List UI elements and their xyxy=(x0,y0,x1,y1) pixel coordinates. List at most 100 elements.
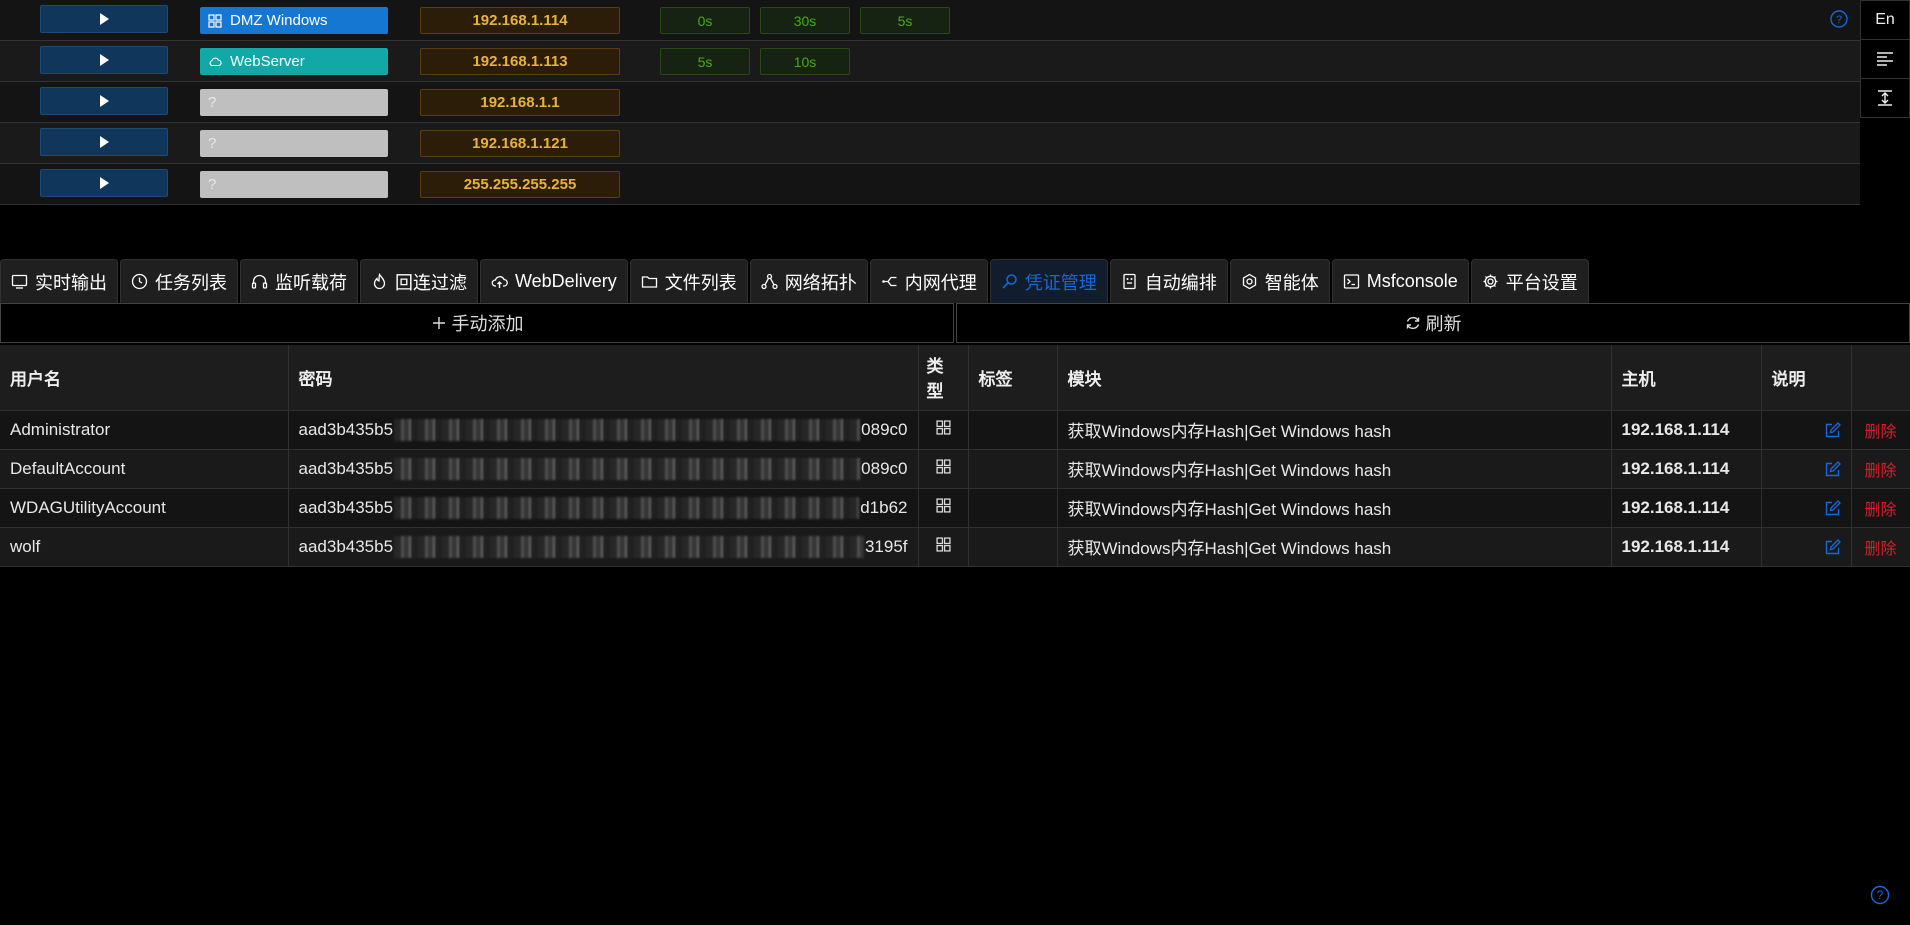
tab-msfconsole[interactable]: Msfconsole xyxy=(1331,259,1469,303)
col-note[interactable]: 说明 xyxy=(1761,345,1852,411)
manual-add-button[interactable]: 手动添加 xyxy=(0,303,954,343)
headphones-icon xyxy=(251,274,268,289)
edit-icon[interactable] xyxy=(1824,460,1841,478)
tab-label: 回连过滤 xyxy=(395,272,467,293)
tab-label: 凭证管理 xyxy=(1024,272,1097,293)
vertical-align-button[interactable] xyxy=(1860,78,1910,118)
credential-table: 用户名 密码 类型 标签 模块 主机 说明 Administrator aad3… xyxy=(0,345,1910,567)
edit-icon[interactable] xyxy=(1824,421,1841,439)
delete-link[interactable]: 删除 xyxy=(1864,424,1896,441)
tab-label: 监听载荷 xyxy=(275,272,347,293)
align-left-button[interactable] xyxy=(1860,39,1910,79)
host-ip[interactable]: 192.168.1.121 xyxy=(420,130,620,157)
folder-icon xyxy=(641,276,657,288)
note-cell[interactable] xyxy=(1761,449,1852,489)
plus-icon xyxy=(432,317,445,329)
tag-cell xyxy=(968,527,1058,567)
module-cell: 获取Windows内存Hash|Get Windows hash xyxy=(1057,449,1612,489)
run-button[interactable] xyxy=(40,46,168,74)
manual-add-label: 手动添加 xyxy=(451,314,524,334)
gear-icon xyxy=(1483,274,1498,289)
note-cell[interactable] xyxy=(1761,527,1852,567)
tab-agent[interactable]: 智能体 xyxy=(1229,259,1330,303)
tab-realtime-output[interactable]: 实时输出 xyxy=(0,259,118,303)
delete-link[interactable]: 删除 xyxy=(1864,463,1896,480)
module-cell: 获取Windows内存Hash|Get Windows hash xyxy=(1057,527,1612,567)
tab-auto-orchestration[interactable]: 自动编排 xyxy=(1109,259,1228,303)
password-suffix: 089c0 xyxy=(861,419,908,439)
host-ip[interactable]: 192.168.1.114 xyxy=(420,7,620,34)
question-icon[interactable]: ? xyxy=(1830,10,1848,28)
host-ip[interactable]: 192.168.1.1 xyxy=(420,89,620,116)
run-button[interactable] xyxy=(40,5,168,33)
host-tag[interactable]: ? xyxy=(200,171,388,198)
refresh-label: 刷新 xyxy=(1425,314,1462,334)
terminal-icon xyxy=(1343,274,1359,289)
col-username[interactable]: 用户名 xyxy=(0,345,289,411)
password-cell[interactable]: aad3b435b5 089c0 xyxy=(288,449,919,489)
delete-link[interactable]: 删除 xyxy=(1864,502,1896,519)
tab-platform-settings[interactable]: 平台设置 xyxy=(1470,259,1589,303)
heartbeat-timer: 0s xyxy=(660,7,750,34)
col-module[interactable]: 模块 xyxy=(1057,345,1612,411)
side-panel: En xyxy=(1860,0,1910,118)
host-tag[interactable]: WebServer xyxy=(200,48,388,75)
cloud-upload-icon xyxy=(491,276,508,288)
refresh-icon xyxy=(1406,316,1419,330)
type-cell xyxy=(918,527,969,567)
username-cell: Administrator xyxy=(0,410,289,450)
password-cell[interactable]: aad3b435b5 d1b62 xyxy=(288,488,919,528)
delete-link[interactable]: 删除 xyxy=(1864,541,1896,558)
host-ip[interactable]: 255.255.255.255 xyxy=(420,171,620,198)
host-tag[interactable]: ? xyxy=(200,89,388,116)
tab-listener-payload[interactable]: 监听载荷 xyxy=(240,259,358,303)
tab-label: 自动编排 xyxy=(1144,272,1217,293)
note-cell[interactable] xyxy=(1761,410,1852,450)
run-button[interactable] xyxy=(40,87,168,115)
col-operations xyxy=(1851,345,1910,411)
svg-text:?: ? xyxy=(1877,888,1884,902)
col-host[interactable]: 主机 xyxy=(1611,345,1762,411)
tab-label: Msfconsole xyxy=(1366,271,1458,291)
tab-webdelivery[interactable]: WebDelivery xyxy=(480,259,628,303)
host-tag[interactable]: DMZ Windows xyxy=(200,7,388,34)
language-button[interactable]: En xyxy=(1860,0,1910,40)
type-cell xyxy=(918,410,969,450)
host-cell: 192.168.1.114 xyxy=(1611,410,1762,450)
col-tag[interactable]: 标签 xyxy=(968,345,1058,411)
play-icon xyxy=(100,177,109,189)
openai-icon xyxy=(1242,273,1256,290)
tab-task-list[interactable]: 任务列表 xyxy=(120,259,238,303)
tab-label: 文件列表 xyxy=(664,272,737,293)
edit-icon[interactable] xyxy=(1824,499,1841,517)
host-tag[interactable]: ? xyxy=(200,130,388,157)
redacted-mask xyxy=(394,457,861,480)
tab-network-topology[interactable]: 网络拓扑 xyxy=(749,259,868,303)
tab-file-list[interactable]: 文件列表 xyxy=(629,259,748,303)
col-password[interactable]: 密码 xyxy=(288,345,919,411)
question-icon[interactable]: ? xyxy=(1870,885,1890,905)
tab-callback-filter[interactable]: 回连过滤 xyxy=(360,259,478,303)
tab-intranet-proxy[interactable]: 内网代理 xyxy=(869,259,988,303)
tab-label: 任务列表 xyxy=(155,272,227,293)
col-type[interactable]: 类型 xyxy=(918,345,969,411)
redacted-mask xyxy=(394,418,861,441)
host-ip[interactable]: 192.168.1.113 xyxy=(420,48,620,75)
redacted-mask xyxy=(394,535,864,558)
tab-credential-management[interactable]: 凭证管理 xyxy=(989,259,1108,303)
run-button[interactable] xyxy=(40,169,168,197)
windows-icon xyxy=(935,536,951,552)
run-button[interactable] xyxy=(40,128,168,156)
password-cell[interactable]: aad3b435b5 089c0 xyxy=(288,410,919,450)
proxy-icon xyxy=(881,276,897,287)
host-cell: 192.168.1.114 xyxy=(1611,488,1762,528)
operation-cell: 删除 xyxy=(1851,488,1910,528)
credential-actions: 手动添加 刷新 xyxy=(0,303,1910,343)
password-cell[interactable]: aad3b435b5 3195f xyxy=(288,527,919,567)
host-name: WebServer xyxy=(230,53,305,70)
operation-cell: 删除 xyxy=(1851,449,1910,489)
note-cell[interactable] xyxy=(1761,488,1852,528)
tag-cell xyxy=(968,410,1058,450)
refresh-button[interactable]: 刷新 xyxy=(956,303,1910,343)
edit-icon[interactable] xyxy=(1824,538,1841,556)
